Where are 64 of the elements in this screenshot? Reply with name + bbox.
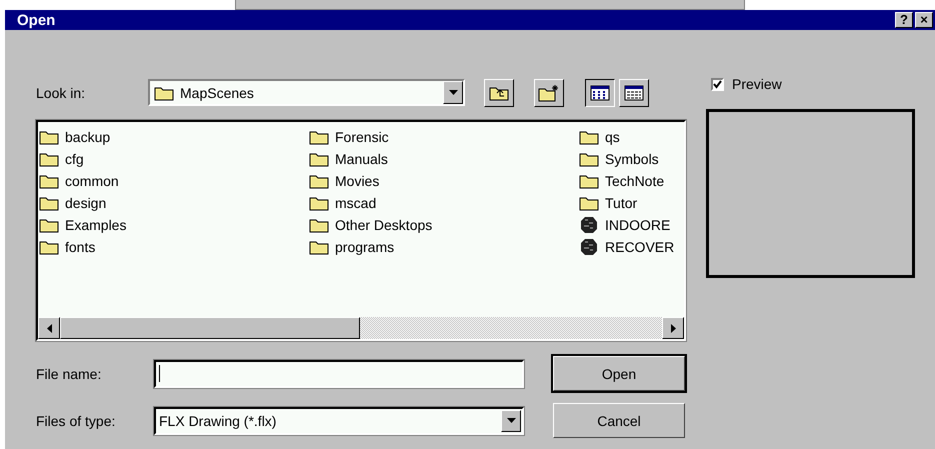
scrollbar-thumb[interactable]	[60, 317, 360, 339]
folder-icon	[39, 195, 59, 211]
folder-icon	[309, 195, 329, 211]
preview-checkbox[interactable]	[711, 78, 724, 90]
file-type-dropdown[interactable]: FLX Drawing (*.flx)	[154, 406, 524, 434]
folder-icon	[39, 217, 59, 233]
folder-icon	[39, 173, 59, 189]
folder-item[interactable]: Tutor	[579, 192, 638, 214]
look-in-label: Look in:	[36, 84, 86, 100]
file-item[interactable]: INDOORE	[579, 214, 670, 236]
file-type-label: Files of type:	[36, 412, 116, 428]
preview-label: Preview	[732, 76, 782, 92]
new-folder-button[interactable]	[534, 78, 564, 106]
folder-icon	[309, 173, 329, 189]
folder-item[interactable]: Forensic	[309, 126, 389, 148]
folder-item[interactable]: mscad	[309, 192, 376, 214]
folder-item[interactable]: design	[39, 192, 106, 214]
folder-item[interactable]: cfg	[39, 148, 84, 170]
folder-item[interactable]: qs	[579, 126, 620, 148]
folder-item[interactable]: Symbols	[579, 148, 659, 170]
help-button[interactable]: ?	[895, 12, 913, 28]
folder-icon	[39, 239, 59, 255]
horizontal-scrollbar[interactable]	[38, 317, 684, 339]
folder-item[interactable]: Examples	[39, 214, 126, 236]
file-item[interactable]: RECOVER	[579, 236, 674, 258]
folder-icon	[309, 129, 329, 145]
window-title: Open	[17, 12, 56, 28]
open-folder-icon	[154, 84, 174, 100]
left-arrow-icon	[46, 324, 52, 332]
scroll-right-button[interactable]	[662, 317, 684, 339]
up-folder-icon	[489, 84, 509, 100]
folder-icon	[39, 129, 59, 145]
open-button[interactable]: Open	[553, 356, 685, 391]
file-name-label: File name:	[36, 366, 102, 382]
cancel-button[interactable]: Cancel	[553, 403, 685, 438]
folder-icon	[39, 151, 59, 167]
folder-icon	[309, 151, 329, 167]
details-view-button[interactable]	[619, 78, 649, 106]
folder-item[interactable]: Manuals	[309, 148, 388, 170]
folder-icon	[309, 217, 329, 233]
folder-item[interactable]: Other Desktops	[309, 214, 432, 236]
up-folder-button[interactable]	[484, 78, 514, 106]
file-icon	[579, 238, 599, 256]
file-icon	[579, 216, 599, 234]
folder-icon	[579, 195, 599, 211]
folder-item[interactable]: programs	[309, 236, 394, 258]
folder-item[interactable]: fonts	[39, 236, 96, 258]
scroll-left-button[interactable]	[38, 317, 60, 339]
right-arrow-icon	[670, 324, 676, 332]
folder-item[interactable]: common	[39, 170, 119, 192]
folder-item[interactable]: backup	[39, 126, 110, 148]
list-view-icon	[590, 84, 610, 100]
look-in-dropdown[interactable]: MapScenes	[148, 79, 465, 106]
folder-icon	[579, 151, 599, 167]
close-button[interactable]: ×	[915, 12, 933, 28]
folder-icon	[579, 173, 599, 189]
folder-icon	[309, 239, 329, 255]
new-folder-icon	[538, 84, 560, 102]
list-view-button[interactable]	[585, 78, 615, 106]
folder-item[interactable]: TechNote	[579, 170, 664, 192]
file-name-field[interactable]	[154, 360, 524, 388]
details-view-icon	[624, 84, 644, 100]
folder-item[interactable]: Movies	[309, 170, 380, 192]
folder-icon	[579, 129, 599, 145]
